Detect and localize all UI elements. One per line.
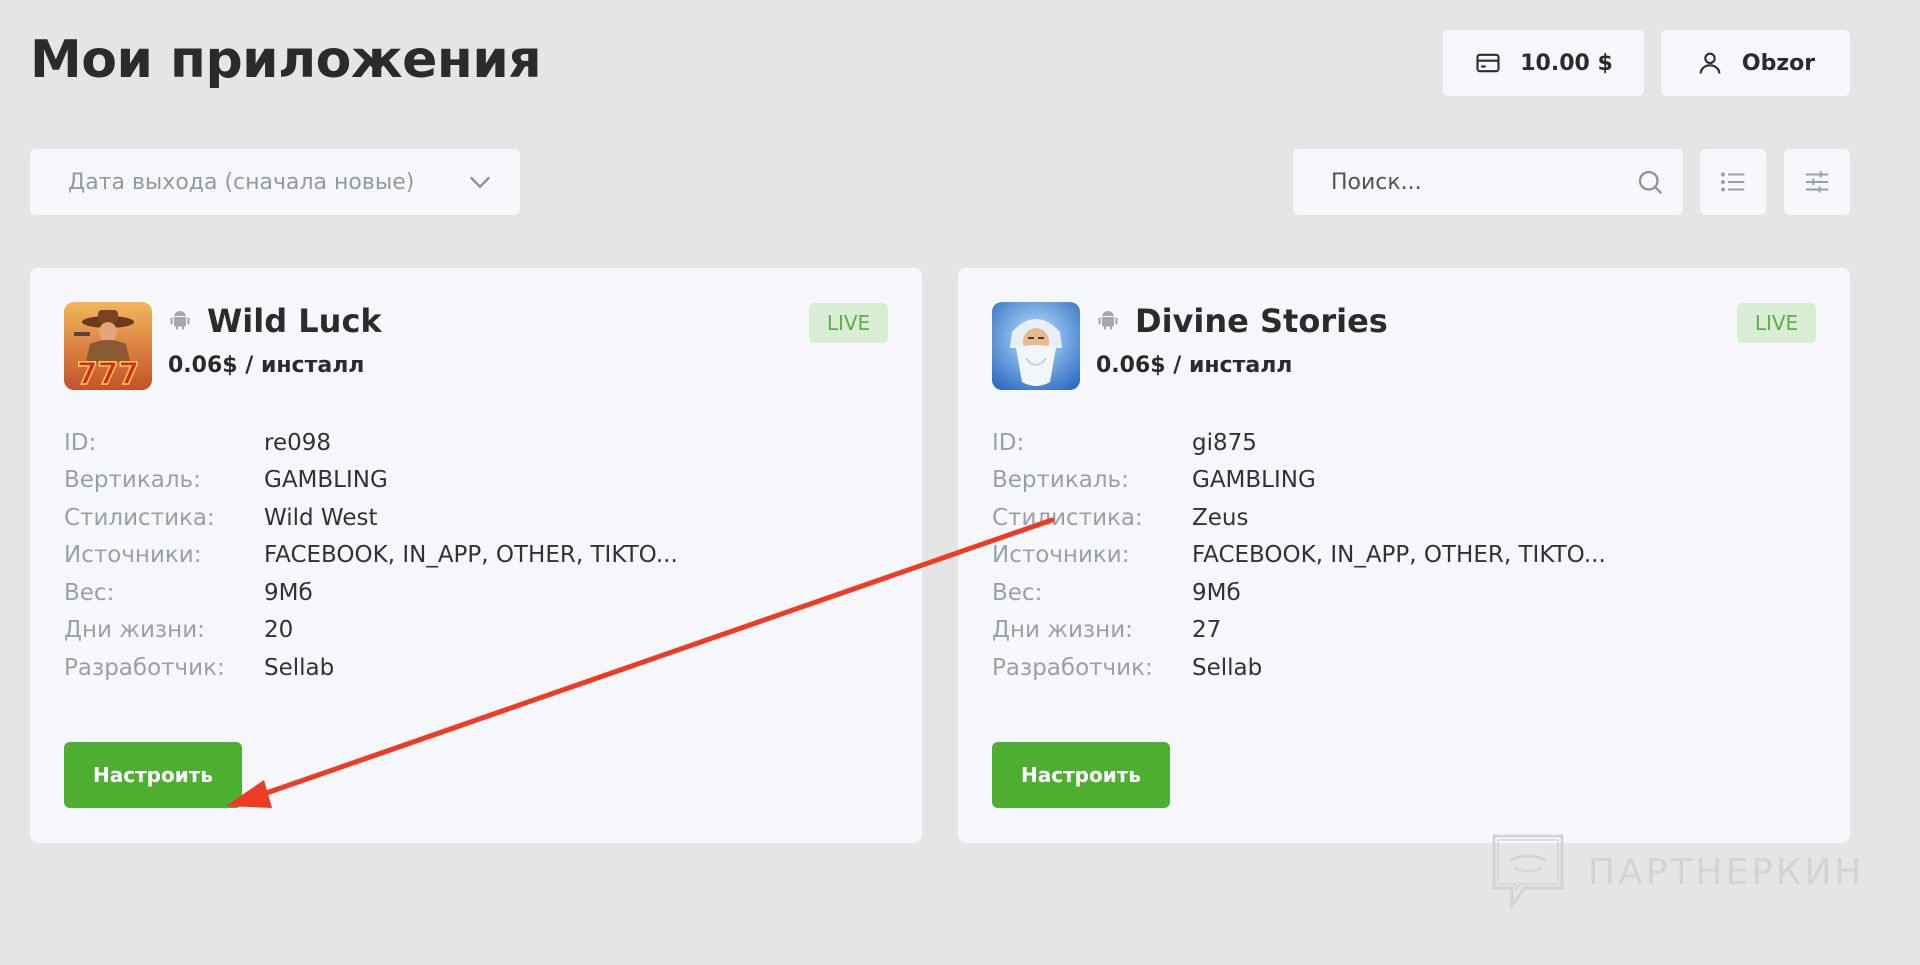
prop-value: Zeus [1192,504,1249,531]
prop-row-style: Стилистика: Wild West [64,499,678,537]
account-name: Obzor [1741,50,1816,76]
balance-value: 10.00 $ [1520,50,1613,76]
prop-label: Разработчик: [64,654,225,681]
prop-row-life-days: Дни жизни: 20 [64,612,678,650]
prop-row-style: Стилистика: Zeus [992,499,1606,537]
sort-select[interactable]: Дата выхода (сначала новые) [30,149,520,215]
app-price: 0.06$ / инсталл [1096,353,1293,378]
prop-value: GAMBLING [1192,467,1316,494]
status-badge: LIVE [809,303,888,343]
prop-row-id: ID: re098 [64,424,678,462]
prop-row-vertical: Вертикаль: GAMBLING [64,462,678,500]
prop-value: FACEBOOK, IN_APP, OTHER, TIKTO... [264,542,678,569]
prop-label: Дни жизни: [64,617,205,644]
prop-value: GAMBLING [264,467,388,494]
prop-label: Стилистика: [992,504,1143,531]
prop-value: Sellab [264,654,335,681]
app-name: Wild Luck [207,302,382,340]
sort-select-value: Дата выхода (сначала новые) [68,169,415,195]
prop-label: ID: [992,429,1025,456]
prop-label: Вертикаль: [64,467,201,494]
prop-label: ID: [64,429,97,456]
prop-row-developer: Разработчик: Sellab [64,649,678,687]
prop-value: 9Мб [1192,579,1241,606]
search-box [1293,149,1683,215]
status-badge: LIVE [1737,303,1816,343]
prop-value: FACEBOOK, IN_APP, OTHER, TIKTO... [1192,542,1606,569]
prop-row-weight: Вес: 9Мб [992,574,1606,612]
prop-label: Вес: [992,579,1043,606]
prop-row-id: ID: gi875 [992,424,1606,462]
prop-row-sources: Источники: FACEBOOK, IN_APP, OTHER, TIKT… [992,537,1606,575]
prop-label: Разработчик: [992,654,1153,681]
sliders-icon [1805,171,1829,193]
prop-label: Источники: [64,542,202,569]
prop-label: Вертикаль: [992,467,1129,494]
watermark: ПАРТНЕРКИН [1490,832,1864,912]
list-icon [1721,172,1745,192]
app-name: Divine Stories [1135,302,1388,340]
account-button[interactable]: Obzor [1661,30,1850,96]
app-properties: ID: gi875 Вертикаль: GAMBLING Стилистика… [992,424,1606,687]
prop-row-vertical: Вертикаль: GAMBLING [992,462,1606,500]
prop-value: 27 [1192,617,1222,644]
watermark-text: ПАРТНЕРКИН [1588,851,1865,893]
prop-value: 9Мб [264,579,313,606]
user-icon [1699,52,1721,74]
chevron-down-icon [469,176,491,189]
prop-label: Дни жизни: [992,617,1133,644]
app-card: Divine Stories 0.06$ / инсталл LIVE ID: … [958,268,1850,843]
chat-bubble-logo-icon [1492,834,1564,911]
prop-label: Источники: [992,542,1130,569]
filter-button[interactable] [1784,149,1850,215]
prop-value: 20 [264,617,294,644]
svg-text:777: 777 [77,357,140,390]
cowboy-777-icon: 777 [64,302,152,390]
prop-row-sources: Источники: FACEBOOK, IN_APP, OTHER, TIKT… [64,537,678,575]
prop-row-weight: Вес: 9Мб [64,574,678,612]
configure-button[interactable]: Настроить [992,742,1170,808]
balance-button[interactable]: 10.00 $ [1443,30,1644,96]
prop-row-life-days: Дни жизни: 27 [992,612,1606,650]
prop-value: Sellab [1192,654,1263,681]
prop-value: re098 [264,429,332,456]
zeus-icon [992,302,1080,390]
prop-value: Wild West [264,504,378,531]
android-icon [170,311,190,330]
android-icon [1098,311,1118,330]
search-input[interactable] [1293,149,1683,215]
prop-value: gi875 [1192,429,1257,456]
list-view-button[interactable] [1700,149,1766,215]
page-title: Мои приложения [30,30,542,90]
prop-row-developer: Разработчик: Sellab [992,649,1606,687]
app-card: 777 Wild Luck 0.06$ / инсталл LIVE ID: r… [30,268,922,843]
configure-button[interactable]: Настроить [64,742,242,808]
search-icon[interactable] [1635,167,1665,197]
prop-label: Стилистика: [64,504,215,531]
wallet-icon [1476,53,1500,73]
app-price: 0.06$ / инсталл [168,353,365,378]
app-properties: ID: re098 Вертикаль: GAMBLING Стилистика… [64,424,678,687]
prop-label: Вес: [64,579,115,606]
